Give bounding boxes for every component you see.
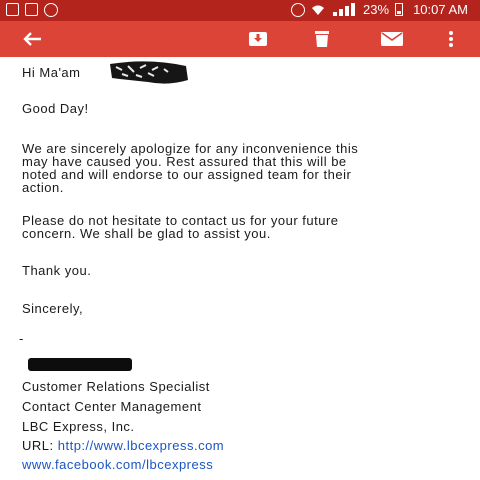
signature-company: LBC Express, Inc. bbox=[22, 419, 135, 434]
paragraph-line: concern. We shall be glad to assist you. bbox=[22, 226, 271, 241]
url-label: URL: bbox=[22, 438, 54, 453]
system-status: 23% 10:07 AM bbox=[291, 2, 468, 17]
mark-unread-button[interactable] bbox=[372, 21, 412, 57]
more-options-button[interactable] bbox=[438, 21, 464, 57]
clock: 10:07 AM bbox=[413, 2, 468, 17]
back-button[interactable] bbox=[14, 21, 50, 57]
signature-title: Customer Relations Specialist bbox=[22, 379, 210, 394]
trash-icon bbox=[315, 31, 329, 47]
redacted-signature-name bbox=[28, 358, 132, 371]
website-link[interactable]: http://www.lbcexpress.com bbox=[58, 438, 224, 453]
wifi-icon bbox=[312, 5, 325, 15]
image-icon bbox=[25, 3, 38, 16]
signature-url-row: URL: http://www.lbcexpress.com bbox=[22, 439, 224, 452]
dash-line: - bbox=[19, 331, 24, 346]
battery-icon bbox=[395, 3, 404, 16]
email-toolbar bbox=[0, 21, 480, 57]
facebook-link[interactable]: www.facebook.com/lbcexpress bbox=[22, 458, 213, 471]
thanks-line: Thank you. bbox=[22, 263, 92, 278]
delete-button[interactable] bbox=[304, 21, 340, 57]
envelope-icon bbox=[381, 32, 403, 46]
arrow-left-icon bbox=[23, 32, 41, 46]
status-bar: 23% 10:07 AM bbox=[0, 0, 480, 21]
alarm-icon bbox=[44, 3, 58, 17]
facebook-icon bbox=[6, 3, 19, 16]
redacted-name bbox=[110, 61, 188, 84]
paragraph-line: action. bbox=[22, 180, 64, 195]
notification-icons bbox=[6, 3, 58, 17]
alarm-clock-icon bbox=[291, 2, 306, 17]
paragraph-line: noted and will endorse to our assigned t… bbox=[22, 167, 352, 182]
greeting: Hi Ma'am bbox=[22, 65, 81, 80]
signature-department: Contact Center Management bbox=[22, 399, 202, 414]
more-vert-icon bbox=[449, 31, 453, 47]
closing-line: Sincerely, bbox=[22, 301, 84, 316]
signal-icon bbox=[331, 3, 357, 16]
move-to-inbox-icon bbox=[249, 32, 267, 46]
move-to-inbox-button[interactable] bbox=[240, 21, 276, 57]
salutation: Good Day! bbox=[22, 101, 89, 116]
battery-percent: 23% bbox=[363, 2, 390, 17]
